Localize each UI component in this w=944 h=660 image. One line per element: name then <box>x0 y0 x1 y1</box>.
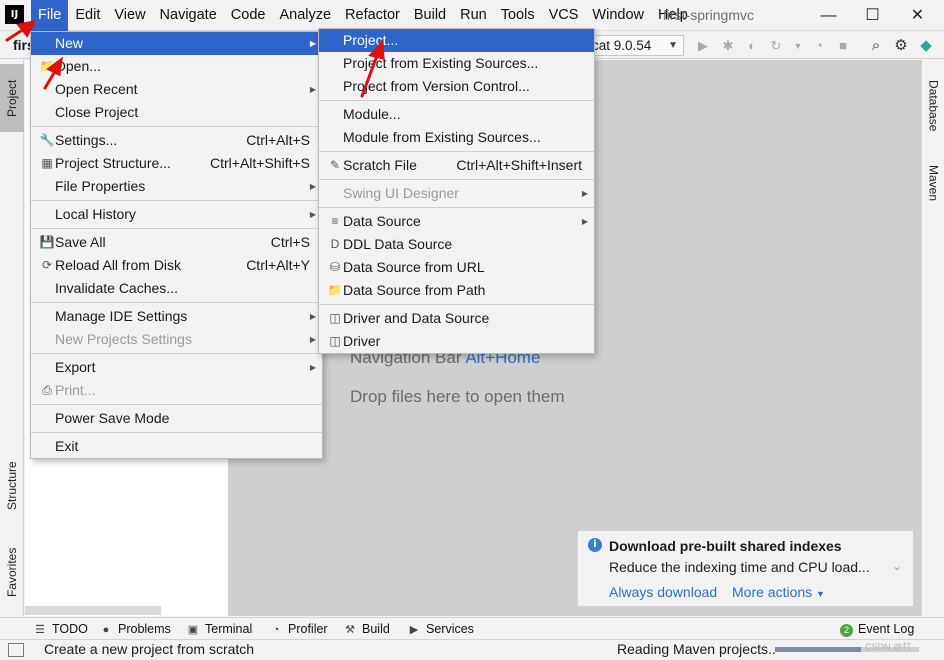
arrow-project-line <box>360 51 380 98</box>
arrow-new-head <box>46 56 63 77</box>
annotation-arrows <box>5 19 385 98</box>
arrow-file-head <box>16 19 37 38</box>
arrow-project-head <box>368 39 385 60</box>
